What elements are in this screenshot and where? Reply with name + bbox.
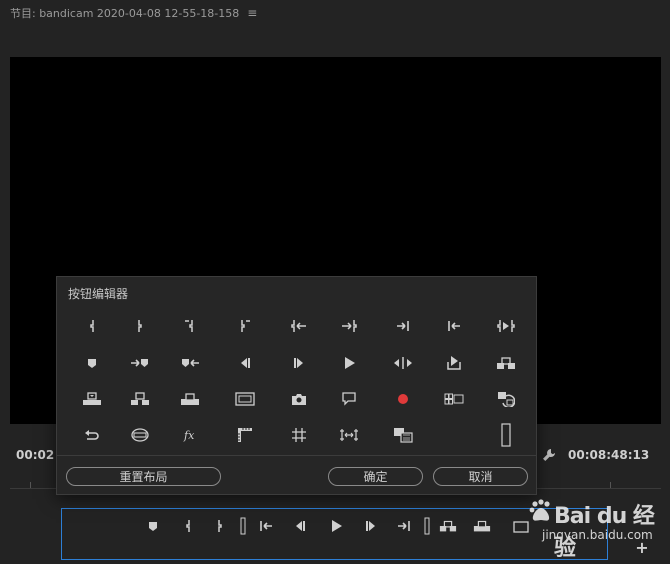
dialog-divider — [57, 455, 536, 456]
show-rulers-icon[interactable] — [232, 424, 258, 446]
play-stop-icon[interactable] — [336, 352, 362, 374]
play-stop-icon[interactable] — [327, 517, 345, 535]
reset-layout-button[interactable]: 重置布局 — [66, 467, 221, 486]
go-to-next-marker-icon[interactable] — [127, 352, 153, 374]
cancel-button[interactable]: 取消 — [433, 467, 528, 486]
fx-icon[interactable]: fx — [177, 424, 203, 446]
playhead-timecode[interactable]: 00:02 — [16, 448, 54, 462]
overwrite-icon[interactable] — [177, 388, 203, 410]
mark-in-icon[interactable] — [79, 315, 105, 337]
step-back-icon[interactable] — [232, 352, 258, 374]
loop-icon[interactable] — [79, 424, 105, 446]
insert-icon[interactable] — [493, 352, 519, 374]
toggle-proxies-icon[interactable] — [493, 388, 519, 410]
step-back-icon[interactable] — [291, 517, 309, 535]
extract-icon[interactable] — [127, 388, 153, 410]
comment-icon[interactable] — [336, 388, 362, 410]
lift-icon[interactable] — [79, 388, 105, 410]
mark-in-icon[interactable] — [179, 517, 197, 535]
camera-icon[interactable] — [286, 388, 312, 410]
hamburger-icon[interactable]: ≡ — [247, 6, 257, 20]
program-monitor-title[interactable]: 节目: bandicam 2020-04-08 12-55-18-158 — [10, 5, 239, 21]
show-guides-icon[interactable] — [286, 424, 312, 446]
step-forward-icon[interactable] — [286, 352, 312, 374]
ok-button[interactable]: 确定 — [328, 467, 423, 486]
mark-out-icon[interactable] — [127, 315, 153, 337]
go-to-prev-edit-icon[interactable] — [441, 315, 467, 337]
add-marker-icon[interactable] — [79, 352, 105, 374]
baidu-watermark: Bai du 经验 jingyan.baidu.com — [528, 490, 666, 561]
shuttle-icon[interactable] — [390, 352, 416, 374]
play-in-to-out-icon[interactable] — [493, 315, 519, 337]
mark-out-icon[interactable] — [211, 517, 229, 535]
spacer-icon — [234, 517, 252, 535]
comparison-view-icon[interactable] — [390, 424, 416, 446]
record-icon[interactable] — [390, 388, 416, 410]
mark-clip-out-icon[interactable] — [232, 315, 258, 337]
button-editor-dialog: 按钮编辑器 fx 重置布局 确定 取消 — [56, 276, 537, 495]
spacer-icon — [418, 517, 436, 535]
svg-text:fx: fx — [183, 429, 195, 442]
go-to-out-icon[interactable] — [395, 517, 413, 535]
button-bar[interactable] — [61, 508, 608, 560]
program-monitor-header: 节目: bandicam 2020-04-08 12-55-18-158 ≡ — [0, 0, 670, 26]
step-forward-icon[interactable] — [362, 517, 380, 535]
dialog-title: 按钮编辑器 — [68, 287, 129, 301]
multi-camera-icon[interactable] — [441, 388, 467, 410]
snap-guides-icon[interactable] — [336, 424, 362, 446]
vr-video-icon[interactable] — [127, 424, 153, 446]
spacer-icon[interactable] — [493, 423, 519, 447]
safe-margins-icon[interactable] — [232, 388, 258, 410]
wrench-icon[interactable] — [541, 447, 557, 463]
go-to-in-icon[interactable] — [286, 315, 312, 337]
insert-icon[interactable] — [439, 517, 457, 535]
watermark-url: jingyan.baidu.com — [542, 528, 653, 542]
go-to-prev-marker-icon[interactable] — [177, 352, 203, 374]
mark-clip-in-icon[interactable] — [177, 315, 203, 337]
go-to-out-icon[interactable] — [336, 315, 362, 337]
go-to-next-edit-icon[interactable] — [390, 315, 416, 337]
overwrite-icon[interactable] — [473, 517, 491, 535]
duration-timecode: 00:08:48:13 — [568, 448, 650, 462]
export-frame-share-icon[interactable] — [441, 352, 467, 374]
go-to-in-icon[interactable] — [257, 517, 275, 535]
add-marker-icon[interactable] — [144, 517, 162, 535]
baidu-paw-icon — [529, 499, 550, 521]
